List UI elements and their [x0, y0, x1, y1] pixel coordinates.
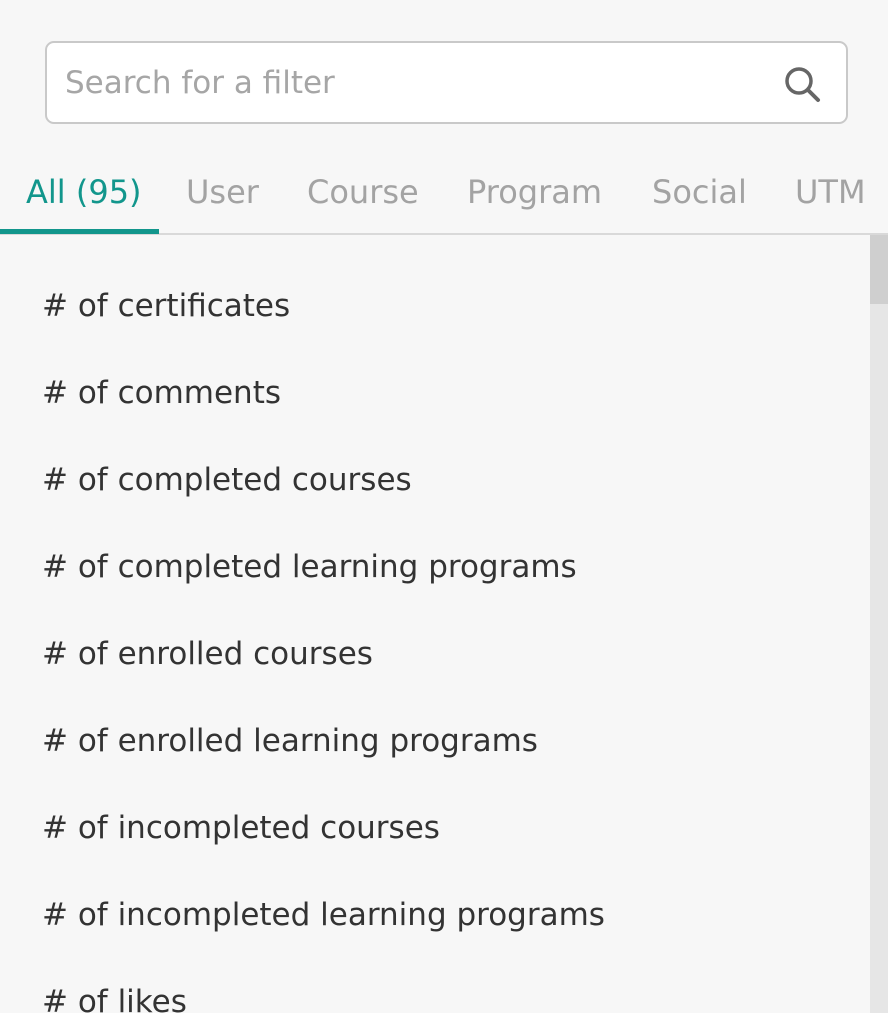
list-item[interactable]: # of incompleted learning programs	[42, 885, 605, 945]
list-item[interactable]: # of likes	[42, 972, 187, 1013]
search-icon[interactable]	[782, 64, 822, 104]
search-box[interactable]	[45, 41, 848, 124]
tab-course[interactable]: Course	[307, 150, 419, 233]
tab-all[interactable]: All (95)	[26, 150, 142, 233]
list-item[interactable]: # of incompleted courses	[42, 798, 440, 858]
filter-list: # of certificates # of comments # of com…	[0, 235, 870, 1013]
list-item[interactable]: # of completed learning programs	[42, 537, 577, 597]
tab-program[interactable]: Program	[467, 150, 602, 233]
scrollbar-thumb[interactable]	[870, 235, 888, 304]
list-item[interactable]: # of certificates	[42, 276, 290, 336]
list-item[interactable]: # of completed courses	[42, 450, 412, 510]
active-tab-indicator	[0, 229, 159, 234]
list-item[interactable]: # of enrolled courses	[42, 624, 373, 684]
tab-utm[interactable]: UTM	[795, 150, 866, 233]
list-item[interactable]: # of comments	[42, 363, 281, 423]
list-item[interactable]: # of enrolled learning programs	[42, 711, 538, 771]
search-input[interactable]	[65, 43, 765, 122]
scrollbar[interactable]	[870, 235, 888, 1013]
filter-panel: All (95) User Course Program Social UTM …	[0, 0, 888, 1013]
tab-user[interactable]: User	[186, 150, 259, 233]
tab-social[interactable]: Social	[652, 150, 747, 233]
filter-tabs: All (95) User Course Program Social UTM	[0, 150, 888, 235]
